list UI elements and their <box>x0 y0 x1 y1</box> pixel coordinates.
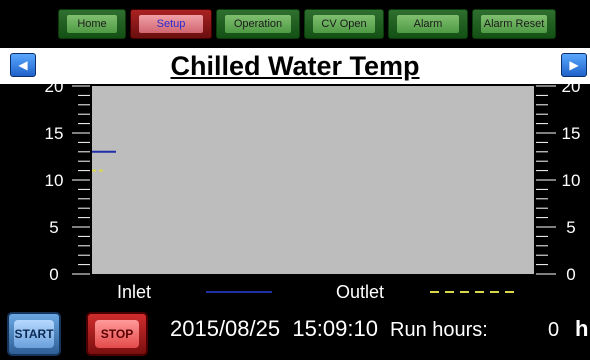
operation-button-label: Operation <box>233 18 283 30</box>
plot-area <box>92 86 534 274</box>
setup-button[interactable]: Setup <box>130 9 212 39</box>
run-hours-unit: h <box>575 316 589 341</box>
next-page-button[interactable]: ▶ <box>561 53 587 77</box>
legend-label-inlet: Inlet <box>117 282 151 302</box>
legend-label-outlet: Outlet <box>336 282 384 302</box>
run-hours-label: Run hours: <box>390 319 488 341</box>
alarm-button-label: Alarm <box>413 18 443 30</box>
alarm-button[interactable]: Alarm <box>388 9 468 39</box>
operation-button[interactable]: Operation <box>216 9 300 39</box>
datetime-display: 2015/08/25 15:09:10 <box>170 316 378 341</box>
right-tick-label: 20 <box>562 84 581 96</box>
right-arrow-icon: ▶ <box>569 58 579 72</box>
right-tick-label: 15 <box>562 124 581 143</box>
start-button-label: START <box>14 320 54 348</box>
title-bar: Chilled Water Temp <box>0 48 590 84</box>
alarm-reset-button[interactable]: Alarm Reset <box>472 9 556 39</box>
right-tick-label: 5 <box>566 218 575 237</box>
left-arrow-icon: ◀ <box>18 58 28 72</box>
trend-chart: 20 20 15 15 10 10 5 5 0 0 Inlet Outlet <box>0 77 590 302</box>
left-tick-label: 15 <box>45 124 64 143</box>
left-tick-label: 20 <box>45 84 64 96</box>
alarm-reset-button-label: Alarm Reset <box>483 18 545 30</box>
right-tick-label: 0 <box>566 265 575 284</box>
top-nav: Home Setup Operation CV Open Alarm Alarm… <box>0 0 590 46</box>
right-tick-label: 10 <box>562 171 581 190</box>
setup-button-label: Setup <box>156 18 186 30</box>
stop-button[interactable]: STOP <box>86 312 148 356</box>
page-title: Chilled Water Temp <box>170 51 420 81</box>
prev-page-button[interactable]: ◀ <box>10 53 36 77</box>
left-tick-label: 10 <box>45 171 64 190</box>
run-hours-value: 0 <box>548 319 560 341</box>
left-tick-label: 5 <box>49 218 58 237</box>
stop-button-label: STOP <box>95 320 139 348</box>
cv-open-button[interactable]: CV Open <box>304 9 384 39</box>
left-tick-label: 0 <box>49 265 58 284</box>
cv-open-button-label: CV Open <box>321 18 367 30</box>
home-button-label: Home <box>77 18 107 30</box>
chart-svg: 20 20 15 15 10 10 5 5 0 0 Inlet Outlet <box>45 77 581 302</box>
home-button[interactable]: Home <box>58 9 126 39</box>
start-button[interactable]: START <box>7 312 61 356</box>
